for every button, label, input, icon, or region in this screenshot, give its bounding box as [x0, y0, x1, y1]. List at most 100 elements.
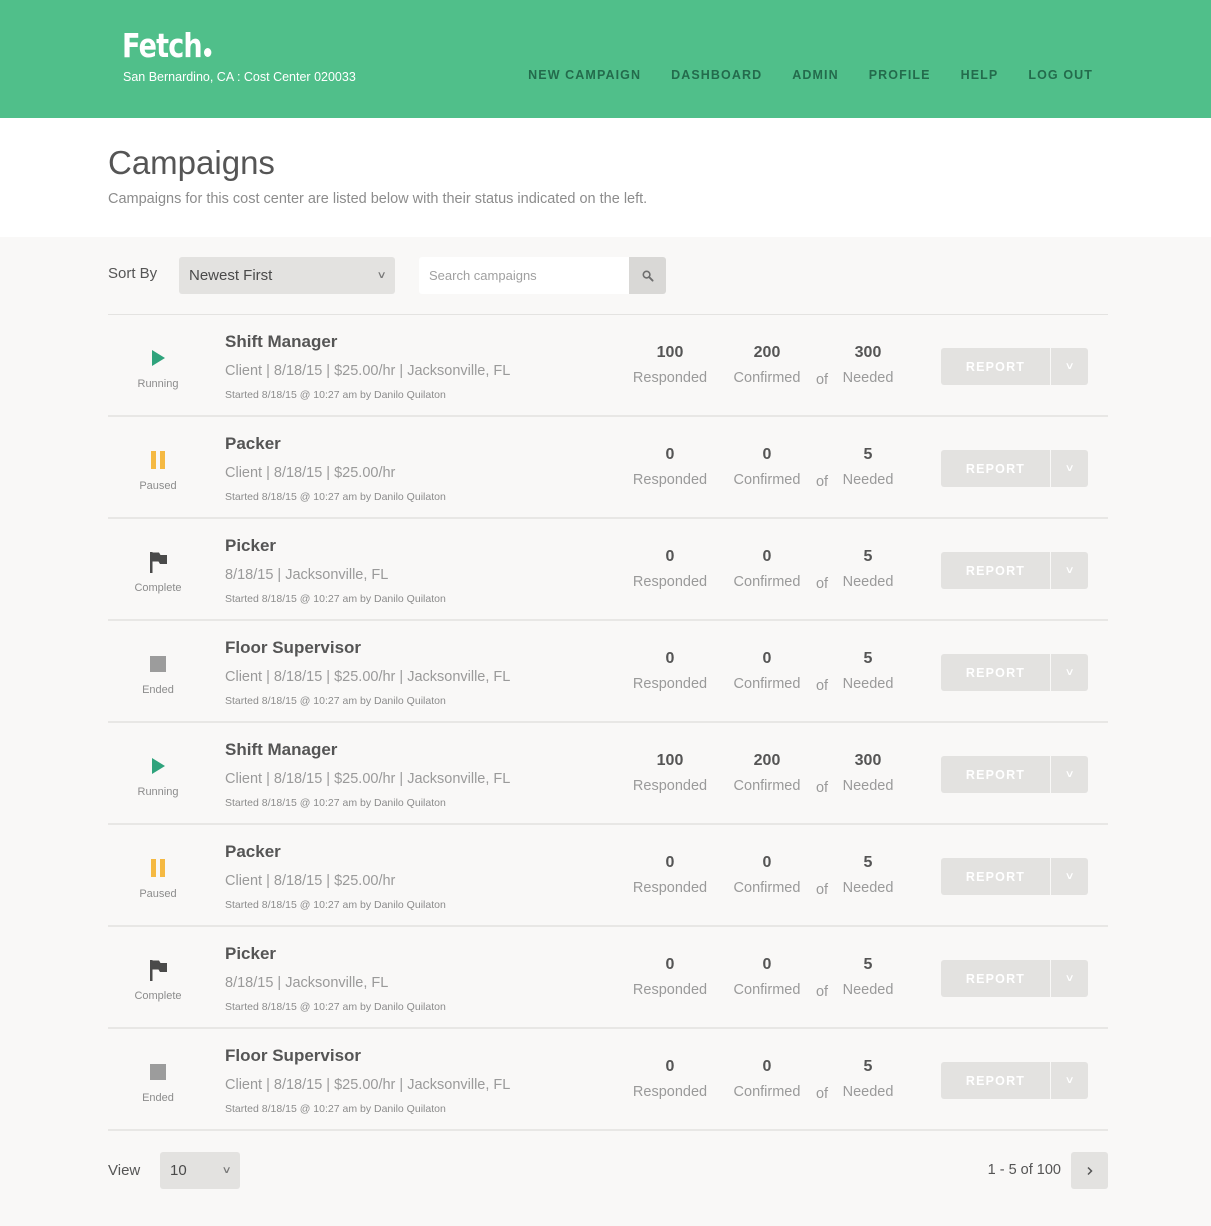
campaign-title[interactable]: Floor Supervisor	[225, 1046, 361, 1066]
of-label: of	[815, 474, 829, 490]
chevron-down-icon: ∨	[1064, 769, 1075, 780]
confirmed-stat: 0 Confirmed	[725, 956, 809, 998]
needed-count: 5	[863, 854, 873, 871]
status-indicator: Ended	[108, 621, 208, 721]
logo[interactable]: Fetch	[122, 26, 212, 65]
campaign-row[interactable]: Paused Packer Client | 8/18/15 | $25.00/…	[108, 417, 1108, 519]
play-icon	[148, 755, 168, 777]
report-button-group: REPORT ∨	[941, 1062, 1088, 1099]
report-dropdown-button[interactable]: ∨	[1051, 450, 1088, 487]
page-size-select[interactable]: 10 ∨	[160, 1152, 240, 1189]
report-dropdown-button[interactable]: ∨	[1051, 858, 1088, 895]
responded-label: Responded	[632, 778, 708, 794]
report-button[interactable]: REPORT	[941, 1062, 1050, 1099]
confirmed-stat: 0 Confirmed	[725, 446, 809, 488]
of-label: of	[815, 1086, 829, 1102]
report-dropdown-button[interactable]: ∨	[1051, 1062, 1088, 1099]
nav-new-campaign[interactable]: NEW CAMPAIGN	[528, 68, 641, 82]
nav-help[interactable]: HELP	[961, 68, 999, 82]
report-dropdown-button[interactable]: ∨	[1051, 348, 1088, 385]
responded-label: Responded	[632, 676, 708, 692]
status-indicator: Running	[108, 723, 208, 823]
responded-count: 0	[665, 548, 675, 565]
responded-stat: 0 Responded	[625, 446, 715, 488]
responded-stat: 0 Responded	[625, 854, 715, 896]
status-label: Complete	[134, 582, 182, 594]
nav-profile[interactable]: PROFILE	[869, 68, 931, 82]
campaign-title[interactable]: Picker	[225, 944, 276, 964]
confirmed-count: 0	[762, 854, 772, 871]
cost-center-label: San Bernardino, CA : Cost Center 020033	[123, 70, 356, 84]
play-icon	[148, 347, 168, 369]
campaign-row[interactable]: Paused Packer Client | 8/18/15 | $25.00/…	[108, 825, 1108, 927]
campaign-started: Started 8/18/15 @ 10:27 am by Danilo Qui…	[225, 797, 446, 809]
search-icon	[641, 269, 654, 282]
campaign-title[interactable]: Packer	[225, 434, 281, 454]
confirmed-stat: 200 Confirmed	[725, 752, 809, 794]
report-button-group: REPORT ∨	[941, 858, 1088, 895]
confirmed-stat: 200 Confirmed	[725, 344, 809, 386]
chevron-down-icon: ∨	[1064, 1075, 1075, 1086]
campaign-row[interactable]: Ended Floor Supervisor Client | 8/18/15 …	[108, 621, 1108, 723]
report-button[interactable]: REPORT	[941, 450, 1050, 487]
needed-count: 5	[863, 956, 873, 973]
campaign-title[interactable]: Shift Manager	[225, 332, 337, 352]
report-dropdown-button[interactable]: ∨	[1051, 552, 1088, 589]
nav-log-out[interactable]: LOG OUT	[1028, 68, 1093, 82]
campaign-row[interactable]: Running Shift Manager Client | 8/18/15 |…	[108, 315, 1108, 417]
confirmed-label: Confirmed	[733, 778, 801, 794]
responded-stat: 100 Responded	[625, 344, 715, 386]
flag-icon	[148, 959, 168, 981]
confirmed-label: Confirmed	[733, 982, 801, 998]
confirmed-count: 0	[762, 548, 772, 565]
campaign-details: 8/18/15 | Jacksonville, FL	[225, 975, 389, 991]
campaign-title[interactable]: Floor Supervisor	[225, 638, 361, 658]
responded-stat: 0 Responded	[625, 548, 715, 590]
status-label: Ended	[142, 1092, 174, 1104]
of-label: of	[815, 780, 829, 796]
search-bar	[419, 257, 666, 294]
campaign-row[interactable]: Ended Floor Supervisor Client | 8/18/15 …	[108, 1029, 1108, 1131]
sort-select[interactable]: Newest First ∨	[179, 257, 395, 294]
confirmed-count: 0	[762, 650, 772, 667]
confirmed-stat: 0 Confirmed	[725, 854, 809, 896]
chevron-down-icon: ∨	[1064, 361, 1075, 372]
next-page-button[interactable]	[1071, 1152, 1108, 1189]
campaign-title[interactable]: Shift Manager	[225, 740, 337, 760]
report-dropdown-button[interactable]: ∨	[1051, 960, 1088, 997]
campaign-started: Started 8/18/15 @ 10:27 am by Danilo Qui…	[225, 389, 446, 401]
chevron-down-icon: ∨	[1064, 871, 1075, 882]
report-button[interactable]: REPORT	[941, 960, 1050, 997]
search-input[interactable]	[419, 257, 629, 294]
report-button[interactable]: REPORT	[941, 756, 1050, 793]
report-button[interactable]: REPORT	[941, 552, 1050, 589]
campaign-started: Started 8/18/15 @ 10:27 am by Danilo Qui…	[225, 1103, 446, 1115]
nav-admin[interactable]: ADMIN	[792, 68, 838, 82]
sort-label: Sort By	[108, 265, 158, 282]
view-label: View	[108, 1162, 141, 1179]
report-button[interactable]: REPORT	[941, 654, 1050, 691]
nav-dashboard[interactable]: DASHBOARD	[671, 68, 762, 82]
search-button[interactable]	[629, 257, 666, 294]
campaign-row[interactable]: Running Shift Manager Client | 8/18/15 |…	[108, 723, 1108, 825]
needed-label: Needed	[842, 1084, 894, 1100]
of-label: of	[815, 882, 829, 898]
campaign-details: Client | 8/18/15 | $25.00/hr	[225, 873, 396, 889]
of-label: of	[815, 678, 829, 694]
status-label: Running	[137, 786, 179, 798]
needed-label: Needed	[842, 370, 894, 386]
campaign-title[interactable]: Picker	[225, 536, 276, 556]
responded-label: Responded	[632, 472, 708, 488]
report-button[interactable]: REPORT	[941, 348, 1050, 385]
needed-label: Needed	[842, 880, 894, 896]
responded-label: Responded	[632, 1084, 708, 1100]
report-dropdown-button[interactable]: ∨	[1051, 654, 1088, 691]
campaign-title[interactable]: Packer	[225, 842, 281, 862]
report-button[interactable]: REPORT	[941, 858, 1050, 895]
responded-count: 0	[665, 956, 675, 973]
needed-stat: 5 Needed	[830, 548, 906, 590]
needed-count: 5	[863, 1058, 873, 1075]
campaign-row[interactable]: Complete Picker 8/18/15 | Jacksonville, …	[108, 927, 1108, 1029]
report-dropdown-button[interactable]: ∨	[1051, 756, 1088, 793]
campaign-row[interactable]: Complete Picker 8/18/15 | Jacksonville, …	[108, 519, 1108, 621]
